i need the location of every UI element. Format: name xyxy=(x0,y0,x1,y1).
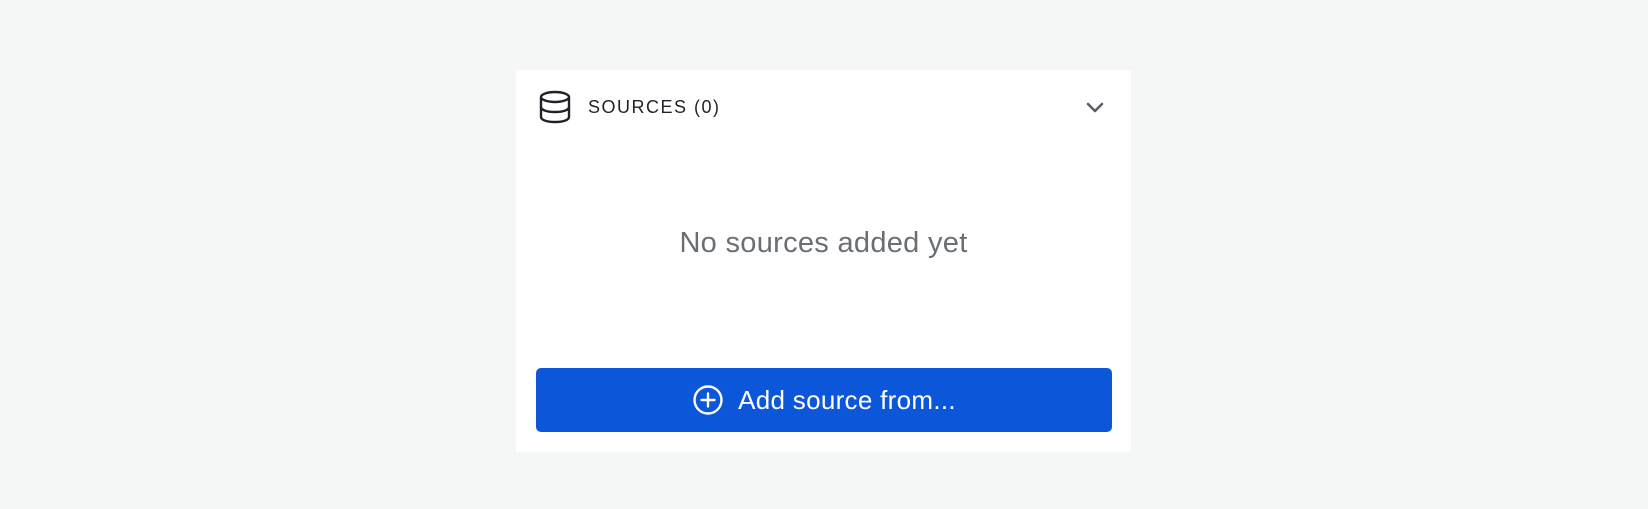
add-source-button[interactable]: Add source from... xyxy=(536,368,1112,432)
database-icon xyxy=(539,90,571,124)
empty-state-message: No sources added yet xyxy=(679,227,968,259)
add-source-label: Add source from... xyxy=(738,385,956,415)
sources-title: SOURCES (0) xyxy=(588,97,721,117)
sources-panel: SOURCES (0) No sources added yet Add sou… xyxy=(516,70,1131,452)
plus-circle-icon xyxy=(693,385,723,415)
chevron-down-icon[interactable] xyxy=(1082,95,1108,121)
sources-header[interactable]: SOURCES (0) xyxy=(516,70,1131,144)
